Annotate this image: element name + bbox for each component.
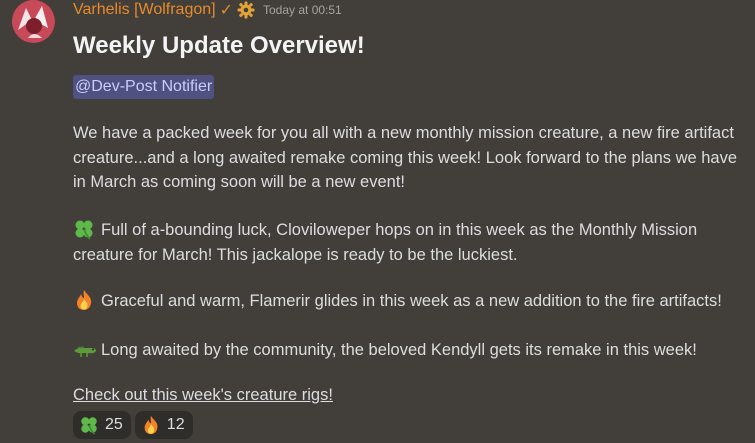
reaction-fire[interactable]: 12	[134, 411, 193, 439]
reaction-clover[interactable]: 25	[73, 411, 131, 439]
message-header: Varhelis [Wolfragon] ✓ Today at 00:51	[73, 0, 342, 20]
list-item: Full of a-bounding luck, Cloviloweper ho…	[73, 218, 753, 267]
username[interactable]: Varhelis [Wolfragon]	[73, 1, 216, 19]
fire-icon	[73, 289, 95, 311]
four-leaf-clover-icon	[73, 218, 95, 240]
creature-rigs-link[interactable]: Check out this week's creature rigs!	[73, 386, 333, 405]
fire-icon	[141, 415, 161, 435]
intro-paragraph: We have a packed week for you all with a…	[73, 124, 738, 191]
chat-message: Varhelis [Wolfragon] ✓ Today at 00:51 We…	[0, 0, 755, 443]
crocodile-icon	[73, 338, 96, 360]
message-timestamp[interactable]: Today at 00:51	[263, 3, 342, 17]
reaction-count: 12	[166, 416, 185, 433]
list-item: Long awaited by the community, the belov…	[73, 338, 753, 363]
list-item-text: Full of a-bounding luck, Cloviloweper ho…	[73, 221, 698, 264]
list-item: Graceful and warm, Flamerir glides in th…	[73, 289, 753, 314]
list-item-text: Graceful and warm, Flamerir glides in th…	[101, 292, 722, 310]
avatar[interactable]	[12, 0, 55, 43]
reaction-count: 25	[105, 416, 123, 433]
list-item-text: Long awaited by the community, the belov…	[101, 341, 697, 359]
role-mention[interactable]: @Dev-Post Notifier	[73, 75, 215, 99]
message-title: Weekly Update Overview!	[73, 32, 365, 59]
reaction-bar: 25 12	[73, 411, 193, 439]
gear-icon	[237, 1, 255, 19]
four-leaf-clover-icon	[79, 415, 99, 435]
verified-check-icon: ✓	[219, 0, 233, 19]
